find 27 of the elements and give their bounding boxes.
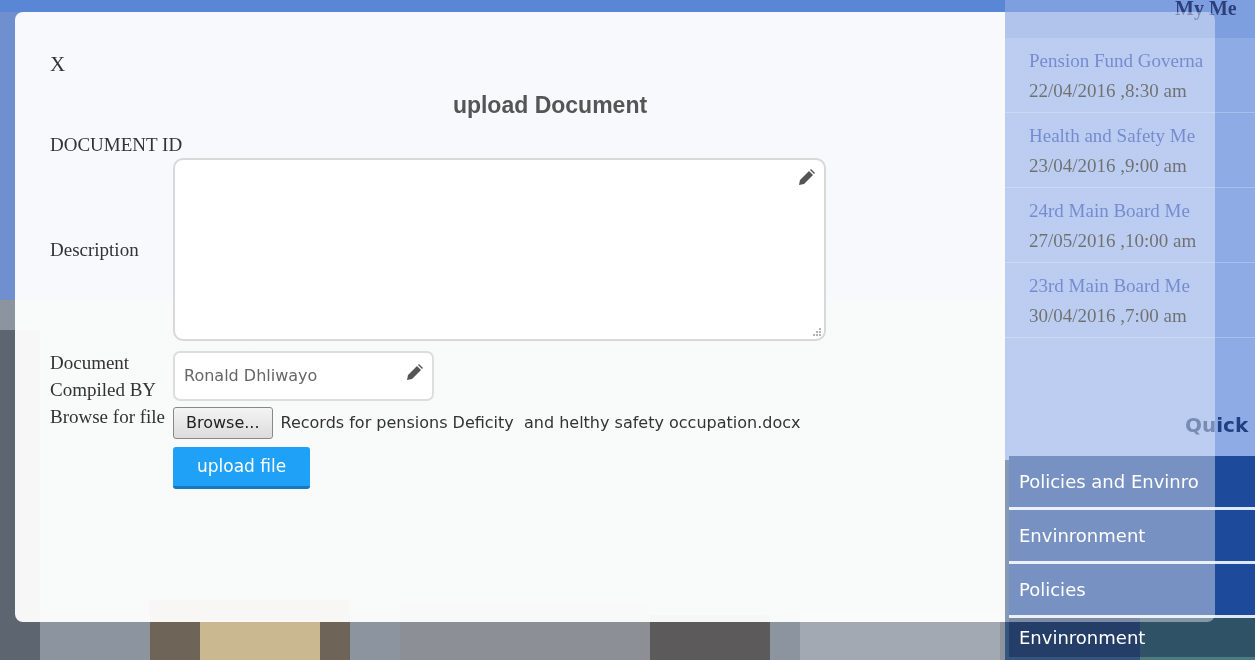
quick-link[interactable]: Policies and Envinro [1009,456,1255,510]
field-label: Description [50,237,140,262]
browse-button[interactable]: Browse... [173,406,273,439]
meeting-title[interactable]: Pension Fund Governa [1029,46,1204,76]
upload-button[interactable]: upload file [173,446,311,489]
file-name: Records for pensions Deficity and helthy safety occupation.docx [280,411,801,434]
pencil-icon [404,362,424,383]
sidebar-heading: My Me [1005,0,1255,38]
meeting-time: 22/04/2016 ,8:30 am [1029,79,1187,103]
quick-link[interactable]: Envinronment [1009,618,1255,657]
quick-link[interactable]: Policies [1009,564,1255,618]
field-label: DOCUMENT ID [50,132,183,157]
field-label: Browse for file [50,404,167,429]
close-button[interactable]: X [50,52,66,76]
meeting-title[interactable]: 24rd Main Board Me [1029,196,1190,226]
description-field[interactable] [173,157,826,341]
meeting-time: 27/05/2016 ,10:00 am [1029,229,1197,253]
resize-grip-icon [812,326,822,337]
meeting-title[interactable]: 23rd Main Board Me [1029,271,1190,301]
compiled-by-field[interactable]: Ronald Dhliwayo [173,350,434,401]
quick-link[interactable]: Envinronment [1009,510,1255,564]
quick-links-heading: Quick [1184,412,1250,439]
field-label: Document Compiled BY [50,350,158,402]
meeting-time: 23/04/2016 ,9:00 am [1029,154,1187,178]
pencil-icon [796,167,816,188]
meeting-title[interactable]: Health and Safety Me [1029,121,1196,151]
meeting-time: 30/04/2016 ,7:00 am [1029,304,1187,328]
